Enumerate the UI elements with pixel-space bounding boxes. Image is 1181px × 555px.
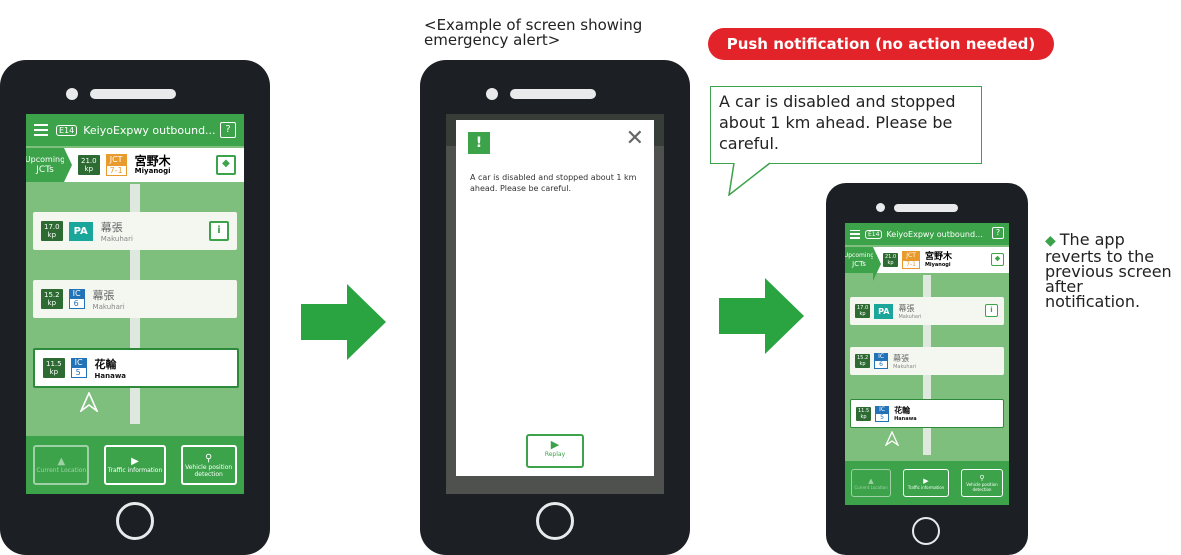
ic-badge: IC 5 [70, 358, 87, 378]
facility-card-ic5[interactable]: 11.5 kp IC 5 花輪 Hanawa [850, 399, 1004, 428]
bottom-bar: ▲ Current Location ▶ Traffic information ⚲… [26, 436, 244, 494]
upcoming-jct-bar: Upcoming JCTs 21.0 kp JCT 7-1 宮野木 Miyanogi … [26, 148, 244, 182]
camera [876, 203, 885, 212]
notification-bubble: A car is disabled and stopped about 1 km… [710, 86, 982, 164]
info-icon[interactable]: i [985, 304, 998, 317]
ic-badge: IC 6 [68, 289, 85, 309]
facility-card-pa[interactable]: 17.0 kp PA 幕張 Makuhari i [33, 212, 237, 250]
current-location-button[interactable]: ▲ Current Location [851, 469, 891, 497]
home-button[interactable] [116, 502, 154, 540]
facility-card-ic5[interactable]: 11.5 kp IC 5 花輪 Hanawa [33, 348, 239, 388]
replay-button[interactable]: ▶ Replay [526, 434, 584, 468]
current-position-icon [885, 431, 899, 446]
pa-badge: PA [68, 221, 93, 241]
home-button[interactable] [912, 517, 940, 545]
screen-caption: <Example of screen showing emergency ale… [424, 16, 643, 49]
speaker [894, 204, 958, 212]
jct-map-icon[interactable]: ⛖ [216, 155, 236, 175]
jct-name: 宮野木 Miyanogi [134, 154, 171, 175]
arrow-right-icon [719, 278, 804, 354]
camera [486, 88, 498, 100]
current-position-icon [80, 392, 98, 412]
traffic-info-button[interactable]: ▶ Traffic information [903, 469, 949, 497]
revert-note: ◆ The app reverts to the previous screen … [1045, 230, 1172, 311]
close-icon[interactable]: ✕ [626, 128, 644, 150]
app-bar: E14 KeiyoExpwy outbound... ? [845, 223, 1009, 245]
help-icon[interactable]: ? [220, 122, 236, 138]
jct-kp: 21.0 kp [78, 155, 100, 175]
phone-1: E14 KeiyoExpwy outbound... ? Upcoming JC… [0, 60, 270, 555]
facility-card-pa[interactable]: 17.0 kp PA 幕張 Makuhari i [850, 297, 1004, 325]
app-screen: E14 KeiyoExpwy outbound... ? Upcoming JC… [26, 114, 244, 494]
app-bar: E14 KeiyoExpwy outbound... ? [26, 114, 244, 146]
upcoming-jct-bar: Upcoming JCTs 21.0 kp JCT 7-1 宮野木 Miyanogi ⛖ [845, 247, 1009, 281]
alert-dialog: ! ✕ A car is disabled and stopped about … [456, 120, 654, 476]
app-screen-alert: ! ✕ A car is disabled and stopped about … [446, 114, 664, 494]
route-title: KeiyoExpwy outbound... [83, 123, 216, 137]
road-code-badge: E14 [56, 124, 78, 136]
vehicle-detection-button[interactable]: ⚲ Vehicle position detection [961, 469, 1003, 497]
alert-message: A car is disabled and stopped about 1 km… [470, 173, 637, 193]
facility-card-ic6[interactable]: 15.2 kp IC 6 幕張 Makuhari [850, 347, 1004, 375]
warning-icon: ! [468, 132, 490, 154]
vehicle-detection-button[interactable]: ⚲ Vehicle position detection [180, 445, 237, 485]
jct-tag: JCT 7-1 [105, 154, 127, 176]
bubble-tail [728, 162, 771, 196]
phone-2: ! ✕ A car is disabled and stopped about … [420, 60, 690, 555]
bottom-bar: ▲ Current Location ▶ Traffic information ⚲… [845, 461, 1009, 505]
facility-card-ic6[interactable]: 15.2 kp IC 6 幕張 Makuhari [33, 280, 237, 318]
arrow-right-icon [301, 284, 386, 360]
home-button[interactable] [536, 502, 574, 540]
traffic-info-button[interactable]: ▶ Traffic information [103, 445, 166, 485]
help-icon[interactable]: ? [992, 227, 1004, 239]
app-screen: E14 KeiyoExpwy outbound... ? Upcoming JCT… [845, 223, 1009, 505]
speaker [510, 89, 596, 99]
info-icon[interactable]: i [209, 221, 229, 241]
upcoming-jcts-label: Upcoming JCTs [26, 148, 72, 182]
phone-3: E14 KeiyoExpwy outbound... ? Upcoming JCT… [826, 183, 1028, 555]
camera [66, 88, 78, 100]
jct-map-icon[interactable]: ⛖ [991, 253, 1004, 266]
menu-icon[interactable] [34, 124, 48, 136]
current-location-button[interactable]: ▲ Current Location [33, 445, 90, 485]
speaker [90, 89, 176, 99]
push-notification-label: Push notification (no action needed) [708, 28, 1054, 60]
menu-icon[interactable] [850, 229, 860, 239]
